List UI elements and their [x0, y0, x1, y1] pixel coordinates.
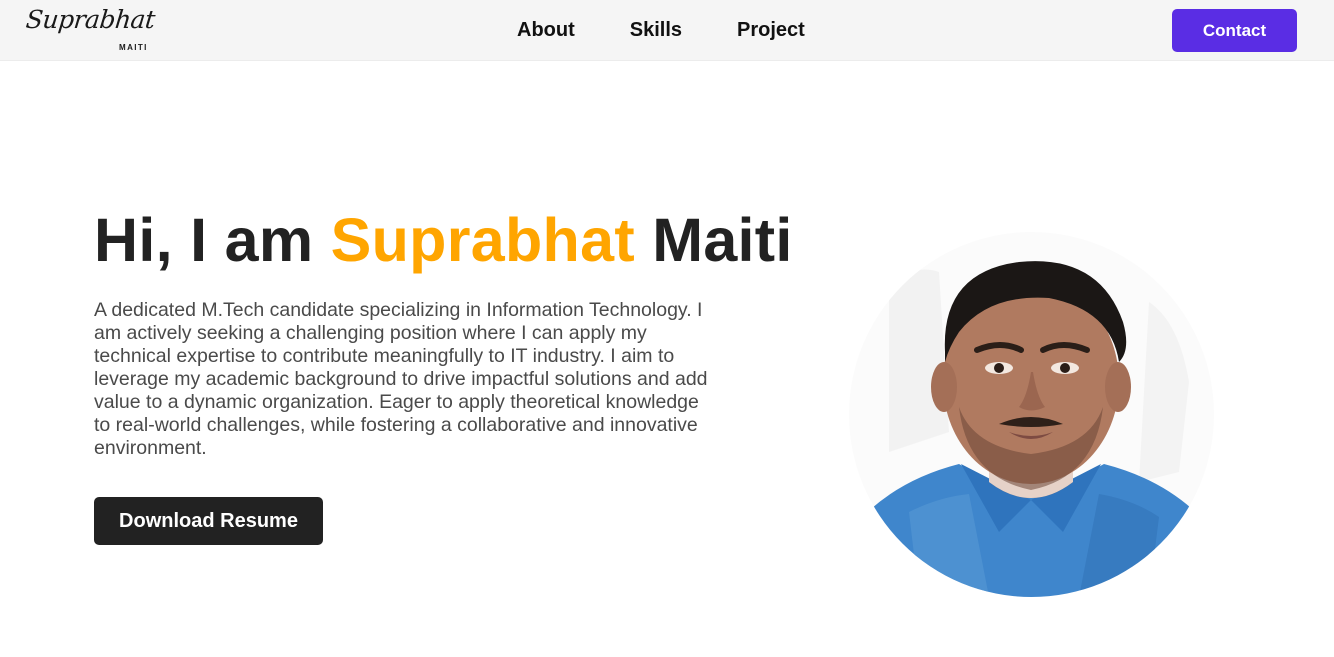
nav-link-about[interactable]: About: [517, 18, 575, 42]
logo-script: Suprabhat: [24, 5, 157, 34]
hero-description: A dedicated M.Tech candidate specializin…: [94, 299, 708, 459]
contact-button[interactable]: Contact: [1172, 9, 1297, 52]
hero-greeting: Hi, I am: [94, 206, 314, 274]
logo-subtitle: MAITI: [119, 43, 148, 52]
profile-photo: [849, 232, 1214, 597]
profile-photo-illustration: [849, 232, 1214, 597]
nav-link-project[interactable]: Project: [737, 18, 805, 42]
nav-links: About Skills Project: [517, 18, 860, 42]
hero-first-name: Suprabhat: [330, 206, 635, 274]
logo[interactable]: Suprabhat MAITI: [24, 5, 157, 55]
navbar: Suprabhat MAITI About Skills Project Con…: [0, 0, 1334, 61]
nav-link-skills[interactable]: Skills: [630, 18, 682, 42]
download-resume-button[interactable]: Download Resume: [94, 497, 323, 545]
hero-last-name: Maiti: [652, 206, 793, 274]
hero-title: Hi, I am Suprabhat Maiti: [94, 205, 793, 275]
